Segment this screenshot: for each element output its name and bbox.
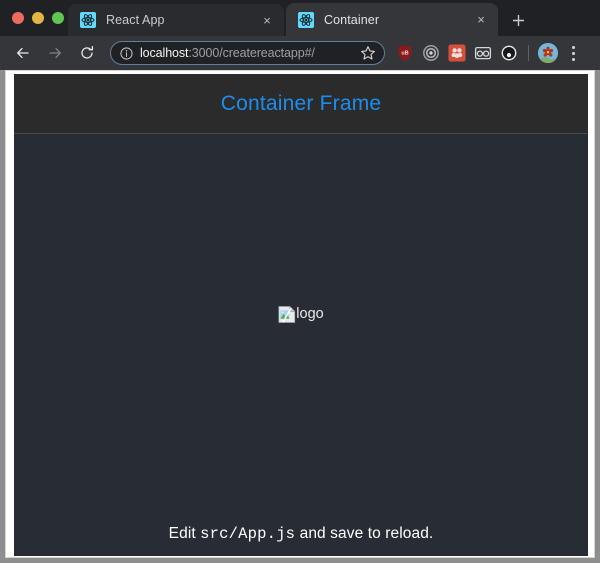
target-rings-icon[interactable]	[421, 43, 441, 63]
edit-prefix: Edit	[168, 525, 201, 542]
tab-container[interactable]: Container ×	[286, 3, 498, 36]
page-viewport: Container Frame logo Edit src/App.js and…	[5, 70, 595, 558]
tab-react-app[interactable]: React App ×	[68, 4, 284, 36]
browser-window: React App × Container × localhost:3000/c…	[0, 0, 600, 563]
tab-close-icon[interactable]: ×	[258, 11, 276, 29]
broken-image-icon	[278, 306, 296, 323]
kebab-dot	[571, 45, 575, 49]
tab-title: Container	[324, 12, 380, 27]
close-window-button[interactable]	[12, 12, 24, 24]
minimize-window-button[interactable]	[32, 12, 44, 24]
container-page: Container Frame logo Edit src/App.js and…	[14, 74, 588, 556]
reload-button[interactable]	[74, 40, 100, 66]
edit-suffix: and save to reload.	[295, 525, 434, 542]
back-button[interactable]	[10, 40, 36, 66]
react-app-body: logo Edit src/App.js and save to reload.…	[14, 134, 588, 555]
frame-header: Container Frame	[14, 74, 588, 134]
star-icon[interactable]	[360, 45, 376, 61]
info-circle-icon[interactable]	[120, 46, 133, 60]
new-tab-button[interactable]	[506, 8, 530, 32]
page-title: Container Frame	[220, 91, 382, 115]
browser-toolbar: localhost:3000/createreactapp#/ uB	[0, 36, 600, 70]
window-controls	[12, 12, 64, 24]
edit-file-path: src/App.js	[200, 525, 296, 543]
logo-broken-image: logo	[278, 306, 324, 323]
zoom-window-button[interactable]	[52, 12, 64, 24]
reload-icon	[81, 45, 94, 59]
red-puzzle-icon[interactable]	[447, 43, 467, 63]
kebab-menu-icon[interactable]	[564, 42, 582, 64]
toolbar-separator	[528, 45, 529, 61]
ublock-origin-icon[interactable]: uB	[395, 43, 415, 63]
profile-avatar[interactable]	[538, 43, 558, 63]
arrow-right-icon	[49, 47, 61, 59]
tab-close-icon[interactable]: ×	[472, 11, 490, 29]
dark-circle-icon[interactable]	[499, 43, 519, 63]
react-logo-favicon	[298, 11, 314, 28]
svg-text:uB: uB	[401, 51, 408, 57]
kebab-dot	[571, 57, 575, 61]
url-host: localhost	[140, 46, 189, 60]
glasses-icon[interactable]	[473, 43, 493, 63]
kebab-dot	[571, 51, 575, 55]
edit-instruction: Edit src/App.js and save to reload.	[14, 525, 588, 543]
forward-button[interactable]	[42, 40, 68, 66]
tab-title: React App	[106, 13, 165, 27]
arrow-left-icon	[17, 47, 29, 59]
address-bar[interactable]: localhost:3000/createreactapp#/	[110, 41, 385, 65]
url-text[interactable]: localhost:3000/createreactapp#/	[140, 46, 360, 60]
url-path: :3000/createreactapp#/	[188, 46, 315, 60]
plus-icon	[512, 14, 524, 26]
logo-alt-text: logo	[296, 306, 324, 323]
react-logo-favicon	[80, 12, 96, 28]
tab-strip: React App × Container ×	[0, 0, 600, 36]
